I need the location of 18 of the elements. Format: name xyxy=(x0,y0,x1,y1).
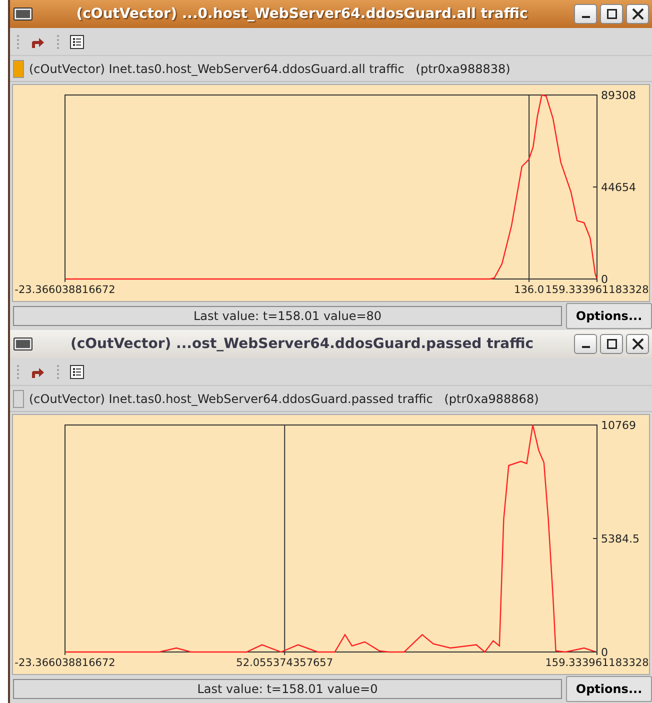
window-title: (cOutVector) ...ost_WebServer64.ddosGuard.passed traffic xyxy=(69,334,535,354)
vector-info: (cOutVector) Inet.tas0.host_WebServer64.ddosGuard.passed traffic (ptr0xa988868) xyxy=(29,390,539,408)
y-tick-label: 0 xyxy=(601,273,608,286)
status-field: Last value: t=158.01 value=80 xyxy=(13,306,562,326)
x-tick-label: 52.055374357657 xyxy=(236,657,334,669)
vector-info: (cOutVector) Inet.tas0.host_WebServer64.ddosGuard.all traffic (ptr0xa988838) xyxy=(29,60,510,78)
x-tick-label: -23.366038816672 xyxy=(14,657,116,669)
y-tick-label: 89308 xyxy=(601,89,636,102)
y-tick-label: 5384.5 xyxy=(601,532,640,546)
y-tick-label: 10769 xyxy=(601,419,636,432)
x-tick-label: 159.333961183328 xyxy=(545,284,649,296)
x-tick-label: -23.366038816672 xyxy=(14,284,116,296)
x-tick-label: 159.333961183328 xyxy=(545,657,649,669)
y-tick-label: 44654 xyxy=(601,181,636,194)
x-tick-label: 136.0 xyxy=(514,284,544,296)
status-field: Last value: t=158.01 value=0 xyxy=(13,679,562,699)
y-tick-label: 0 xyxy=(601,646,608,659)
window-title: (cOutVector) ...0.host_WebServer64.ddosGuard.all traffic xyxy=(75,4,529,24)
